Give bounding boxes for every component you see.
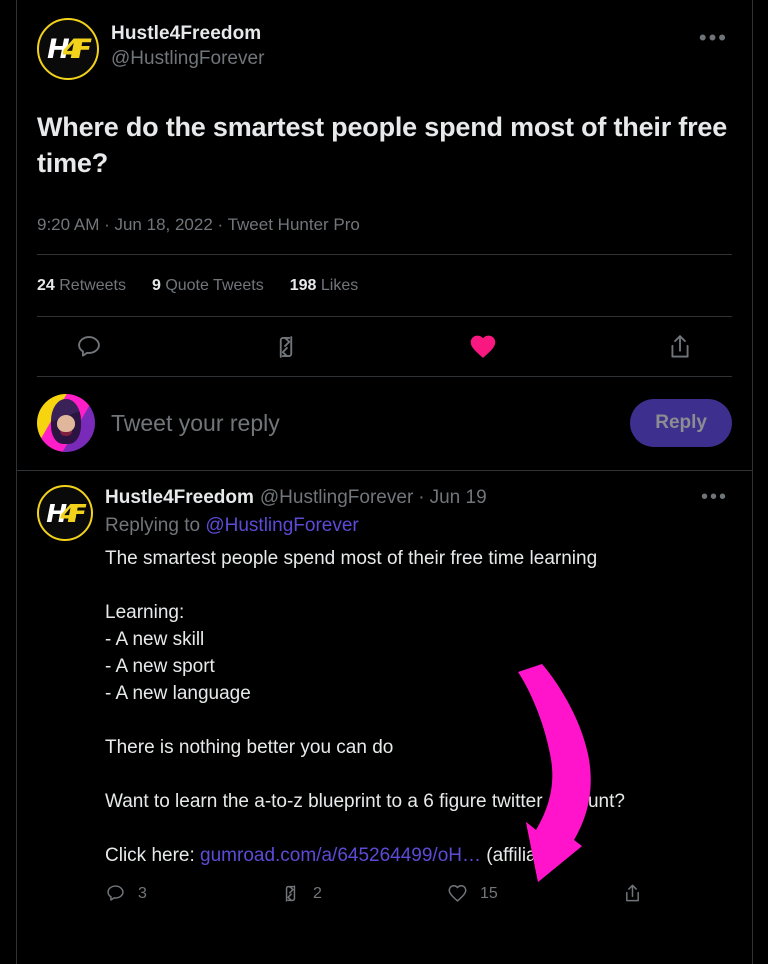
reply-input[interactable]	[111, 409, 631, 437]
stat-retweets-count: 24	[37, 277, 55, 294]
stat-quotes-count: 9	[151, 277, 161, 294]
reply-button[interactable]	[75, 333, 103, 361]
tweet-column: H4F Hustle4Freedom @HustlingForever ••• …	[17, 0, 752, 964]
reply-tweet-date[interactable]: Jun 19	[430, 485, 487, 510]
logo-letter-f: F	[73, 33, 92, 65]
stat-quote-tweets[interactable]: 9 Quote Tweets	[152, 276, 264, 296]
reply-submit-button[interactable]: Reply	[630, 399, 732, 447]
reply-author-handle[interactable]: @HustlingForever	[260, 485, 413, 510]
main-tweet-text: Where do the smartest people spend most …	[37, 112, 728, 178]
reply-tweet-more-icon[interactable]: •••	[701, 487, 732, 507]
retweet-count: 2	[313, 884, 322, 902]
reply-icon	[78, 336, 100, 357]
share-icon	[671, 335, 689, 358]
like-button[interactable]	[469, 333, 497, 361]
like-icon	[448, 884, 467, 902]
share-icon	[626, 884, 639, 902]
reply-tweet-avatar[interactable]: H4F	[37, 485, 93, 541]
reply-tweet-retweet-button[interactable]: 2	[280, 883, 447, 904]
retweet-button[interactable]	[272, 333, 300, 361]
composer-user-avatar[interactable]	[37, 394, 95, 452]
h4f-logo-icon: H4F	[39, 20, 97, 78]
reply-tweet-content: Hustle4Freedom @HustlingForever · Jun 19…	[105, 485, 732, 904]
replying-to: Replying to @HustlingForever	[105, 512, 732, 540]
reply-icon	[107, 885, 124, 901]
main-tweet-avatar[interactable]: H4F	[37, 18, 99, 80]
main-tweet-timestamp: 9:20 AM · Jun 18, 2022 · Tweet Hunter Pr…	[37, 215, 360, 234]
reply-tweet-share-button[interactable]	[622, 883, 655, 904]
reply-tweet-actions: 3 2 15	[105, 883, 732, 904]
stat-retweets[interactable]: 24 Retweets	[37, 276, 126, 296]
logo-letter-f: F	[69, 498, 87, 528]
author-display-name[interactable]: Hustle4Freedom	[111, 22, 264, 46]
reply-count: 3	[138, 884, 147, 902]
main-tweet-author: Hustle4Freedom @HustlingForever	[111, 18, 264, 71]
retweet-icon	[279, 336, 293, 358]
like-count: 15	[480, 884, 498, 902]
main-tweet-actions	[17, 317, 752, 376]
affiliate-note: (affiliate)	[481, 845, 559, 866]
reply-tweet-text: The smartest people spend most of their …	[105, 545, 732, 869]
stat-quotes-label: Quote Tweets	[165, 277, 264, 294]
stat-likes[interactable]: 198 Likes	[290, 276, 359, 296]
reply-body-text: The smartest people spend most of their …	[105, 548, 625, 866]
reply-author-display-name[interactable]: Hustle4Freedom	[105, 485, 254, 510]
stat-retweets-label: Retweets	[59, 277, 126, 294]
main-tweet: H4F Hustle4Freedom @HustlingForever ••• …	[17, 0, 752, 236]
share-button[interactable]	[666, 333, 694, 361]
main-tweet-stats: 24 Retweets 9 Quote Tweets 198 Likes	[17, 255, 752, 316]
reply-tweet: H4F Hustle4Freedom @HustlingForever · Ju…	[17, 471, 752, 904]
gumroad-link[interactable]: gumroad.com/a/645264499/oH…	[200, 845, 481, 866]
reply-tweet-like-button[interactable]: 15	[447, 883, 622, 904]
reply-tweet-reply-button[interactable]: 3	[105, 883, 280, 904]
reply-composer: Reply	[17, 377, 752, 470]
main-tweet-header: H4F Hustle4Freedom @HustlingForever •••	[37, 14, 732, 80]
reply-tweet-header: Hustle4Freedom @HustlingForever · Jun 19…	[105, 485, 732, 510]
stat-likes-count: 198	[289, 277, 317, 294]
author-handle[interactable]: @HustlingForever	[111, 46, 264, 71]
h4f-logo-icon: H4F	[39, 487, 91, 539]
stat-likes-label: Likes	[320, 277, 359, 294]
header-separator: ·	[418, 487, 425, 508]
retweet-icon	[285, 885, 296, 902]
replying-to-prefix: Replying to	[105, 515, 206, 536]
column-border-right	[752, 0, 753, 964]
like-icon-filled	[470, 335, 496, 358]
replying-to-handle-link[interactable]: @HustlingForever	[205, 515, 358, 536]
main-tweet-more-icon[interactable]: •••	[699, 18, 732, 49]
tweet-detail-page: H4F Hustle4Freedom @HustlingForever ••• …	[0, 0, 768, 964]
